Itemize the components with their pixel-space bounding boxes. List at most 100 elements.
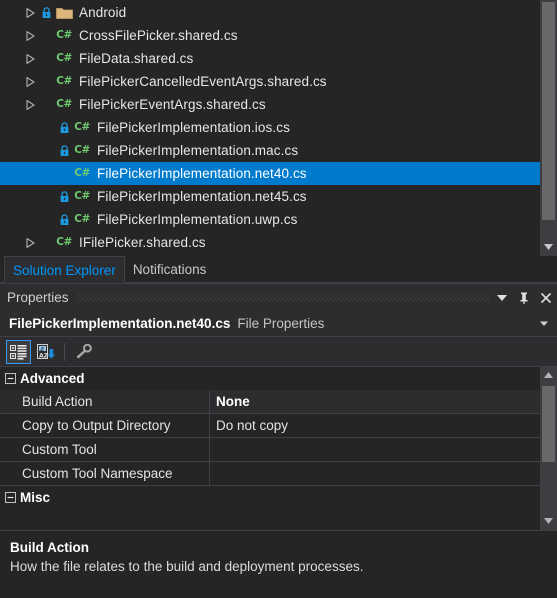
close-icon[interactable]: [535, 287, 557, 309]
visual-studio-panels: Android C# CrossFilePicker.shared.cs C# File…: [0, 0, 557, 598]
property-grid-vertical-scrollbar[interactable]: [540, 367, 557, 530]
property-row[interactable]: Custom Tool Namespace: [0, 462, 540, 486]
property-name-cell: Copy to Output Directory: [0, 414, 210, 437]
tree-item-label: FilePickerEventArgs.shared.cs: [79, 97, 266, 112]
auto-hide-pin-icon[interactable]: [513, 287, 535, 309]
tab-label: Notifications: [132, 261, 207, 277]
solution-explorer-tree-panel: Android C# CrossFilePicker.shared.cs C# File…: [0, 0, 557, 256]
tree-item[interactable]: C# FilePickerEventArgs.shared.cs: [0, 93, 540, 116]
toolwindow-tabstrip: Solution Explorer Notifications: [0, 256, 557, 283]
tree-expander-empty: [40, 212, 56, 228]
property-name-cell: Build Action: [0, 390, 210, 413]
csharp-file-icon: C#: [56, 75, 72, 88]
tree-item-label: FilePickerImplementation.net45.cs: [97, 189, 307, 204]
properties-toolbar: AZ: [0, 337, 557, 367]
tree-item-label: FilePickerImplementation.ios.cs: [97, 120, 290, 135]
selected-object-type: File Properties: [237, 316, 325, 331]
tree-item[interactable]: C# CrossFilePicker.shared.cs: [0, 24, 540, 47]
csharp-file-icon: C#: [74, 190, 90, 203]
tree-item[interactable]: C# FilePickerImplementation.ios.cs: [0, 116, 540, 139]
tab-solution-explorer[interactable]: Solution Explorer: [4, 256, 125, 283]
tree-item[interactable]: C# IFilePicker.shared.cs: [0, 231, 540, 254]
properties-title: Properties: [7, 290, 69, 305]
csharp-file-icon: C#: [74, 121, 90, 134]
property-value-cell[interactable]: None: [210, 390, 540, 413]
tree-item[interactable]: C# FilePickerImplementation.mac.cs: [0, 139, 540, 162]
chevron-right-icon[interactable]: [22, 51, 38, 67]
object-selector-chevron-down-icon[interactable]: [537, 321, 551, 327]
property-value-cell[interactable]: [210, 438, 540, 461]
csharp-file-icon: C#: [74, 144, 90, 157]
tree-vertical-scrollbar[interactable]: [540, 0, 557, 256]
csharp-file-icon: C#: [56, 52, 72, 65]
lock-icon: [56, 121, 72, 134]
property-value-cell[interactable]: [210, 462, 540, 485]
properties-window: Properties FilePickerImplementation.net4…: [0, 283, 557, 598]
tree-item[interactable]: C# FilePickerImplementation.net45.cs: [0, 185, 540, 208]
solution-explorer-tree[interactable]: Android C# CrossFilePicker.shared.cs C# File…: [0, 0, 540, 256]
chevron-right-icon[interactable]: [22, 28, 38, 44]
alphabetical-sort-button[interactable]: AZ: [33, 340, 58, 364]
toolbar-separator: [64, 342, 65, 361]
window-menu-dropdown-icon[interactable]: [491, 287, 513, 309]
description-text: How the file relates to the build and de…: [10, 559, 364, 574]
tree-scroll-down-arrow-icon[interactable]: [540, 239, 557, 256]
properties-object-row[interactable]: FilePickerImplementation.net40.cs File P…: [0, 311, 557, 337]
tree-expander-empty: [40, 143, 56, 159]
tree-scrollbar-thumb[interactable]: [542, 2, 555, 220]
chevron-right-icon[interactable]: [22, 97, 38, 113]
property-row[interactable]: Copy to Output Directory Do not copy: [0, 414, 540, 438]
tree-item-label: CrossFilePicker.shared.cs: [79, 28, 238, 43]
chevron-right-icon[interactable]: [22, 235, 38, 251]
description-title: Build Action: [10, 540, 89, 555]
collapse-box-minus-icon[interactable]: [0, 492, 20, 503]
properties-titlebar[interactable]: Properties: [0, 284, 557, 311]
chevron-right-icon[interactable]: [22, 74, 38, 90]
tree-expander-empty: [40, 120, 56, 136]
grid-scroll-down-arrow-icon[interactable]: [540, 513, 557, 530]
titlebar-grip[interactable]: [76, 293, 491, 302]
selected-object-name: FilePickerImplementation.net40.cs: [9, 316, 231, 331]
tab-label: Solution Explorer: [13, 262, 116, 278]
property-name-cell: Custom Tool: [0, 438, 210, 461]
tree-item-label: IFilePicker.shared.cs: [79, 235, 206, 250]
property-pages-button[interactable]: [71, 340, 96, 364]
tree-item[interactable]: C# FilePickerImplementation.net40.cs: [0, 162, 540, 185]
property-name-cell: Custom Tool Namespace: [0, 462, 210, 485]
tree-item[interactable]: C# FilePickerImplementation.uwp.cs: [0, 208, 540, 231]
tab-notifications[interactable]: Notifications: [125, 256, 215, 282]
lock-icon: [38, 6, 54, 19]
tree-item-label: FilePickerImplementation.net40.cs: [97, 166, 307, 181]
chevron-right-icon[interactable]: [22, 5, 38, 21]
tree-item[interactable]: C# FileData.shared.cs: [0, 47, 540, 70]
tree-item-label: FilePickerCancelledEventArgs.shared.cs: [79, 74, 327, 89]
property-row[interactable]: Build Action None: [0, 390, 540, 414]
grid-scrollbar-thumb[interactable]: [542, 386, 555, 462]
tree-item[interactable]: C# FilePickerCancelledEventArgs.shared.cs: [0, 70, 540, 93]
tree-item[interactable]: Android: [0, 1, 540, 24]
csharp-file-icon: C#: [74, 167, 90, 180]
tree-item-label: FilePickerImplementation.uwp.cs: [97, 212, 298, 227]
svg-text:AZ: AZ: [39, 352, 49, 359]
categorized-view-button[interactable]: [6, 339, 31, 364]
property-value-cell[interactable]: Do not copy: [210, 414, 540, 437]
lock-icon: [56, 144, 72, 157]
collapse-box-minus-icon[interactable]: [0, 373, 20, 384]
property-category-row[interactable]: Misc: [0, 486, 540, 509]
property-grid[interactable]: Advanced Build Action None Copy to Output D…: [0, 367, 540, 530]
property-row[interactable]: Custom Tool: [0, 438, 540, 462]
tree-item-label: Android: [79, 5, 127, 20]
folder-icon: [54, 6, 74, 20]
property-category-row[interactable]: Advanced: [0, 367, 540, 390]
lock-icon: [56, 190, 72, 203]
grid-scroll-up-arrow-icon[interactable]: [540, 367, 557, 384]
